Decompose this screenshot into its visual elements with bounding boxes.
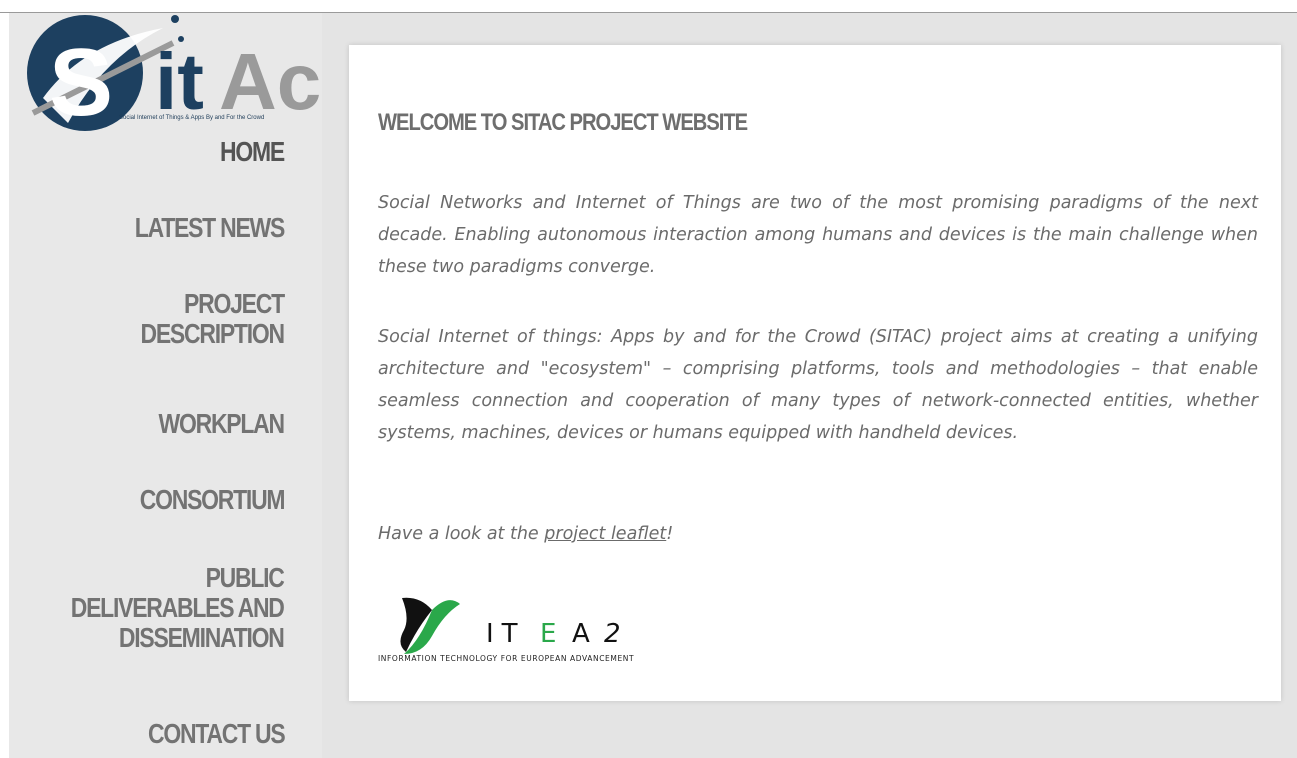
nav-public-line3: DISSEMINATION [119, 622, 285, 653]
leaflet-prefix: Have a look at the [378, 524, 545, 544]
sidebar: S it Ac Social Internet of Things & Apps… [9, 13, 322, 758]
logo-dot-shape [171, 15, 179, 23]
itea-caption: INFORMATION TECHNOLOGY FOR EUROPEAN ADVA… [378, 654, 635, 663]
nav-latest-news[interactable]: LATEST NEWS [135, 213, 286, 243]
itea-letters-it: IT [486, 619, 526, 649]
intro-paragraph: Social Networks and Internet of Things a… [378, 193, 1258, 277]
itea-letter-a: A [572, 619, 590, 649]
nav-contact-us[interactable]: CONTACT US [147, 719, 285, 749]
page-title: WELCOME TO SITAC PROJECT WEBSITE [378, 109, 748, 136]
nav-public-line2: DELIVERABLES AND [71, 592, 285, 623]
leaflet-suffix: ! [666, 524, 674, 544]
logo-letters-ac: Ac [219, 37, 321, 126]
nav-public-line1: PUBLIC [205, 562, 285, 593]
nav-consortium[interactable]: CONSORTIUM [139, 485, 285, 515]
nav-project-description-line2: DESCRIPTION [140, 318, 286, 349]
logo-tagline: Social Internet of Things & Apps By and … [119, 115, 265, 121]
nav-home[interactable]: HOME [220, 137, 285, 167]
logo-letter-s: S [49, 29, 113, 133]
leaflet-paragraph: Have a look at the project leaflet! [378, 518, 1258, 550]
nav-project-description[interactable]: PROJECT DESCRIPTION [140, 288, 286, 349]
itea-letter-e: E [540, 619, 556, 649]
nav-project-description-line1: PROJECT [184, 288, 285, 319]
nav-public-deliverables[interactable]: PUBLIC DELIVERABLES AND DISSEMINATION [71, 562, 285, 653]
project-paragraph: Social Internet of things: Apps by and f… [378, 327, 1258, 443]
itea-letter-2: 2 [604, 619, 621, 649]
content-card: WELCOME TO SITAC PROJECT WEBSITE Social … [349, 45, 1281, 701]
page: S it Ac Social Internet of Things & Apps… [9, 13, 1297, 758]
nav-workplan[interactable]: WORKPLAN [159, 409, 286, 439]
project-leaflet-link[interactable]: project leaflet [544, 524, 666, 544]
logo-letters-it: it [155, 37, 204, 126]
